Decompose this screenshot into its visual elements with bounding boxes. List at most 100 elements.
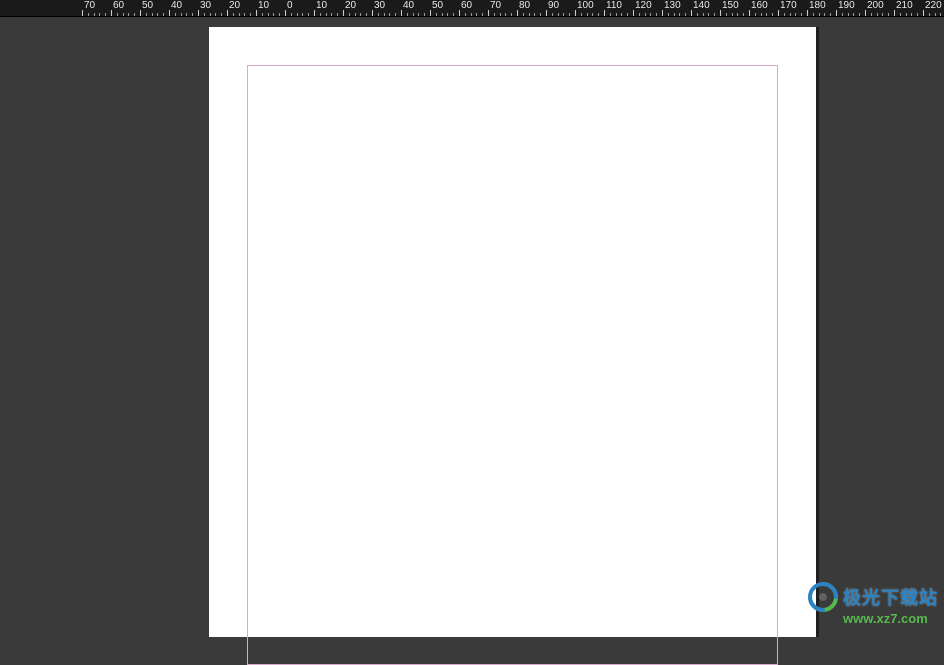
ruler-tick-major xyxy=(575,10,576,16)
ruler-tick-major xyxy=(865,10,866,16)
ruler-tick-minor xyxy=(900,13,901,16)
ruler-tick-minor xyxy=(679,13,680,16)
ruler-tick-major xyxy=(749,10,750,16)
ruler-tick-minor xyxy=(279,13,280,16)
ruler-tick-minor xyxy=(587,13,588,16)
ruler-tick-major xyxy=(662,10,663,16)
ruler-tick-minor xyxy=(418,13,419,16)
ruler-tick-minor xyxy=(674,13,675,16)
ruler-tick-minor xyxy=(221,13,222,16)
ruler-tick-minor xyxy=(384,13,385,16)
ruler-tick-major xyxy=(807,10,808,16)
ruler-tick-minor xyxy=(621,13,622,16)
ruler-tick-minor xyxy=(917,13,918,16)
ruler-tick-minor xyxy=(320,13,321,16)
ruler-tick-label: 20 xyxy=(229,0,240,11)
ruler-tick-minor xyxy=(360,13,361,16)
ruler-tick-minor xyxy=(784,13,785,16)
ruler-tick-major xyxy=(894,10,895,16)
ruler-track: 7060504030201001020304050607080901001101… xyxy=(0,0,944,16)
ruler-tick-major xyxy=(227,10,228,16)
ruler-tick-minor xyxy=(529,13,530,16)
ruler-tick-minor xyxy=(134,13,135,16)
ruler-tick-major xyxy=(343,10,344,16)
ruler-tick-minor xyxy=(146,13,147,16)
ruler-tick-major xyxy=(923,10,924,16)
ruler-tick-major xyxy=(604,10,605,16)
ruler-tick-minor xyxy=(389,13,390,16)
ruler-tick-minor xyxy=(297,13,298,16)
ruler-tick-label: 210 xyxy=(896,0,913,11)
horizontal-ruler[interactable]: 7060504030201001020304050607080901001101… xyxy=(0,0,944,17)
ruler-tick-minor xyxy=(703,13,704,16)
ruler-tick-minor xyxy=(163,13,164,16)
ruler-tick-label: 170 xyxy=(780,0,797,11)
ruler-tick-minor xyxy=(378,13,379,16)
ruler-tick-major xyxy=(372,10,373,16)
ruler-tick-minor xyxy=(668,13,669,16)
ruler-tick-label: 200 xyxy=(867,0,884,11)
ruler-tick-minor xyxy=(766,13,767,16)
ruler-tick-minor xyxy=(476,13,477,16)
ruler-tick-minor xyxy=(117,13,118,16)
ruler-tick-major xyxy=(140,10,141,16)
ruler-tick-minor xyxy=(842,13,843,16)
ruler-tick-major xyxy=(430,10,431,16)
document-workspace[interactable] xyxy=(0,17,944,630)
ruler-tick-minor xyxy=(685,13,686,16)
ruler-tick-minor xyxy=(233,13,234,16)
ruler-tick-minor xyxy=(563,13,564,16)
ruler-tick-minor xyxy=(871,13,872,16)
ruler-tick-minor xyxy=(424,13,425,16)
ruler-tick-minor xyxy=(152,13,153,16)
ruler-tick-minor xyxy=(755,13,756,16)
ruler-tick-label: 220 xyxy=(925,0,942,11)
ruler-tick-label: 60 xyxy=(113,0,124,11)
ruler-tick-minor xyxy=(250,13,251,16)
page-canvas[interactable] xyxy=(209,27,816,637)
ruler-tick-major xyxy=(778,10,779,16)
ruler-tick-minor xyxy=(210,13,211,16)
ruler-tick-major xyxy=(285,10,286,16)
ruler-tick-major xyxy=(82,10,83,16)
ruler-tick-minor xyxy=(308,13,309,16)
ruler-tick-minor xyxy=(581,13,582,16)
ruler-tick-minor xyxy=(650,13,651,16)
ruler-tick-minor xyxy=(935,13,936,16)
ruler-tick-major xyxy=(691,10,692,16)
ruler-tick-minor xyxy=(737,13,738,16)
ruler-tick-label: 130 xyxy=(664,0,681,11)
ruler-tick-major xyxy=(836,10,837,16)
ruler-tick-label: 60 xyxy=(461,0,472,11)
ruler-tick-minor xyxy=(413,13,414,16)
ruler-tick-major xyxy=(517,10,518,16)
ruler-tick-minor xyxy=(99,13,100,16)
ruler-tick-minor xyxy=(656,13,657,16)
ruler-tick-label: 190 xyxy=(838,0,855,11)
ruler-tick-minor xyxy=(592,13,593,16)
ruler-tick-minor xyxy=(534,13,535,16)
ruler-tick-minor xyxy=(302,13,303,16)
ruler-tick-minor xyxy=(447,13,448,16)
ruler-tick-minor xyxy=(94,13,95,16)
ruler-tick-minor xyxy=(819,13,820,16)
ruler-tick-major xyxy=(256,10,257,16)
ruler-tick-minor xyxy=(186,13,187,16)
ruler-tick-minor xyxy=(291,13,292,16)
ruler-tick-minor xyxy=(349,13,350,16)
margin-guide-frame xyxy=(247,65,778,665)
ruler-tick-label: 20 xyxy=(345,0,356,11)
ruler-tick-minor xyxy=(824,13,825,16)
ruler-tick-minor xyxy=(598,13,599,16)
ruler-tick-minor xyxy=(192,13,193,16)
ruler-tick-minor xyxy=(436,13,437,16)
ruler-tick-major xyxy=(401,10,402,16)
ruler-tick-minor xyxy=(940,13,941,16)
ruler-tick-major xyxy=(169,10,170,16)
ruler-tick-minor xyxy=(743,13,744,16)
ruler-tick-minor xyxy=(616,13,617,16)
ruler-tick-label: 70 xyxy=(84,0,95,11)
ruler-tick-minor xyxy=(859,13,860,16)
ruler-tick-label: 40 xyxy=(171,0,182,11)
ruler-tick-minor xyxy=(482,13,483,16)
